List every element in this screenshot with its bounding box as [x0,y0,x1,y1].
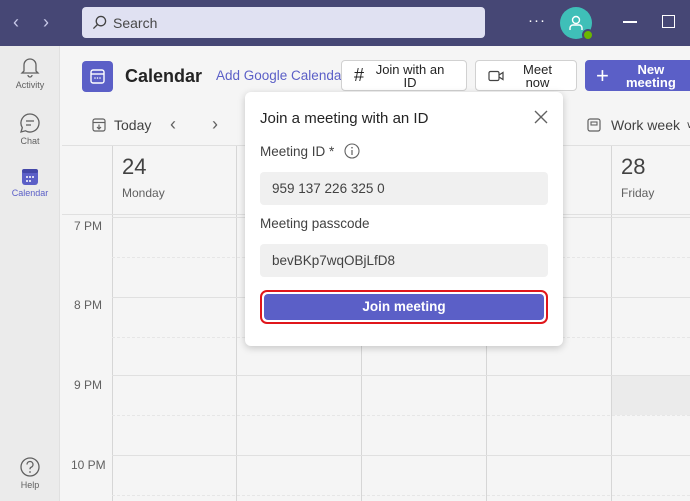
today-label: Today [114,117,152,133]
meeting-id-input[interactable]: 959 137 226 325 0 [260,172,548,205]
minimize-button[interactable] [623,21,637,23]
hour-line [112,375,690,376]
info-icon[interactable] [344,143,360,159]
hour-line [112,455,690,456]
chevron-down-icon: ∨ [685,119,690,131]
rail-item-chat[interactable]: Chat [0,112,60,146]
join-meeting-button[interactable]: Join meeting [260,290,548,324]
chat-icon [20,113,40,133]
status-available-icon [582,29,594,41]
add-google-calendar-link[interactable]: Add Google Calendar [216,68,341,83]
next-week-icon[interactable]: › [212,114,218,135]
new-meeting-button[interactable]: + New meeting [585,60,690,91]
passcode-input[interactable]: bevBKp7wqOBjLfD8 [260,244,548,277]
video-camera-icon [488,70,504,81]
more-options-button[interactable]: ··· [528,12,546,29]
time-label: 7 PM [74,219,103,233]
time-label: 9 PM [74,378,103,392]
plus-icon: + [596,62,609,88]
day-number: 28 [621,154,646,179]
rail-label: Chat [20,136,40,146]
rail-item-activity[interactable]: Activity [0,56,60,90]
search-icon [92,15,107,30]
time-label: 8 PM [74,298,103,312]
calendar-icon [22,169,38,185]
title-bar: ‹ › Search ··· [0,0,690,46]
rail-label: Help [20,480,40,490]
back-arrow-icon[interactable]: ‹ [8,12,24,33]
current-time-slot [612,375,690,415]
meet-now-button[interactable]: Meet now [475,60,577,91]
bell-icon [20,58,40,78]
rail-label: Calendar [11,188,49,198]
day-name: Monday [122,186,165,200]
half-hour-line [112,415,690,416]
join-meeting-label: Join meeting [264,294,544,320]
view-selector[interactable]: Work week ∨ [587,117,690,133]
join-meeting-dialog: Join a meeting with an ID Meeting ID * 9… [245,92,563,346]
search-placeholder: Search [113,14,158,31]
day-number: 24 [122,154,147,179]
meeting-id-label: Meeting ID * [260,143,360,159]
maximize-button[interactable] [662,15,675,28]
calendar-logo-icon [82,61,113,92]
dialog-title: Join a meeting with an ID [260,110,429,127]
half-hour-line [112,495,690,496]
time-label: 10 PM [71,458,106,472]
rail-item-calendar[interactable]: Calendar [0,168,60,198]
person-icon [569,15,583,30]
join-with-id-button[interactable]: # Join with an ID [341,60,467,91]
passcode-label: Meeting passcode [260,216,370,231]
close-icon[interactable] [534,110,548,124]
help-icon [20,457,40,477]
day-header-monday: 24 Monday [112,146,236,214]
today-button[interactable]: Today [92,117,151,133]
forward-arrow-icon[interactable]: › [38,12,54,33]
page-title: Calendar [125,66,203,86]
view-label: Work week [611,117,680,133]
hash-icon: # [354,65,365,85]
calendar-today-icon [92,118,106,132]
day-name: Friday [621,186,655,200]
day-header-friday: 28 Friday [611,146,690,214]
rail-item-help[interactable]: Help [0,456,60,490]
app-rail: Activity Chat Calendar Help [0,46,60,501]
rail-label: Activity [15,80,45,90]
search-input[interactable]: Search [82,7,485,38]
avatar[interactable] [560,7,594,41]
day-column-tuesday[interactable] [236,146,237,501]
previous-week-icon[interactable]: ‹ [170,114,176,135]
view-icon [587,118,601,132]
